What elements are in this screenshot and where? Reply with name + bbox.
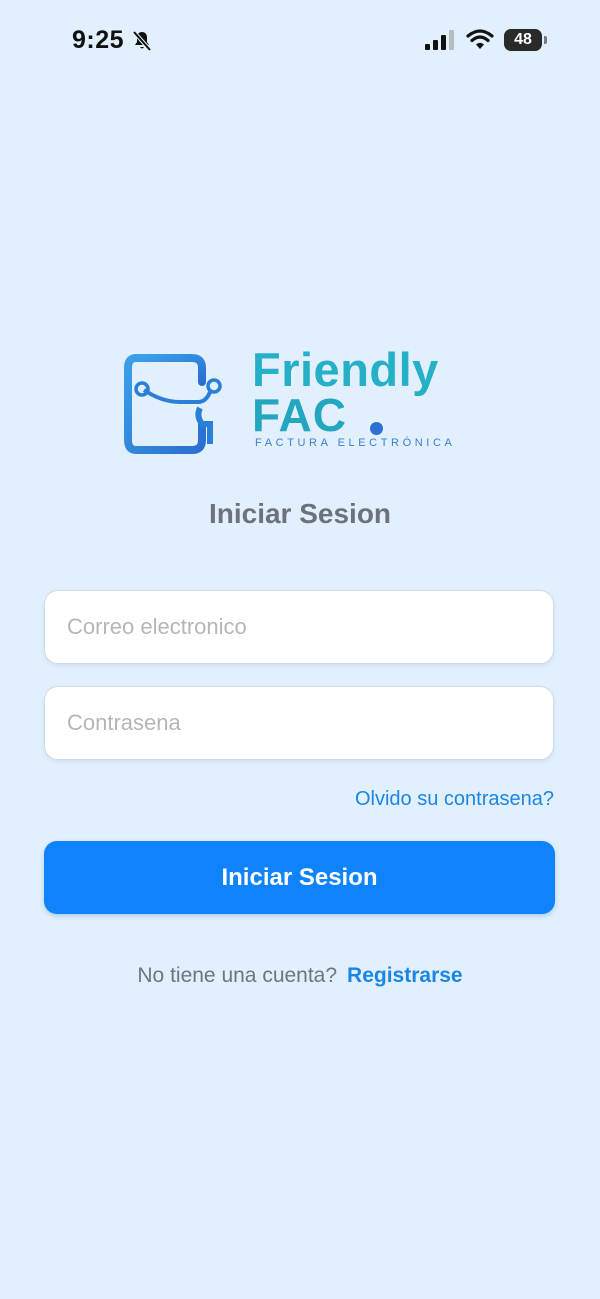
password-field[interactable] [44,686,554,760]
register-link[interactable]: Registrarse [347,964,463,987]
login-button[interactable]: Iniciar Sesion [44,841,555,914]
brand-dot [370,422,383,435]
forgot-password-link[interactable]: Olvido su contrasena? [355,788,554,811]
email-field[interactable] [44,590,554,664]
brand-name-line1: Friendly [252,343,439,396]
page-title: Iniciar Sesion [208,498,392,529]
wifi-icon [466,29,494,49]
status-bar: 9:25 48 [0,0,600,84]
signup-prompt: No tiene una cuenta? [137,964,338,987]
signup-row: No tiene una cuenta? Registrarse [0,964,600,988]
cellular-signal-icon [425,30,454,50]
bell-slash-icon [132,30,152,52]
battery-icon: 48 [504,29,542,51]
battery-cap [544,36,547,44]
app-logo: Friendly FAC FACTURA ELECTRÓNICA [120,340,480,460]
brand-name-line2: FAC [252,389,347,441]
brand-tagline: FACTURA ELECTRÓNICA [255,437,456,449]
tablet-circuit-logo-icon [124,354,222,454]
status-time: 9:25 [72,26,125,54]
